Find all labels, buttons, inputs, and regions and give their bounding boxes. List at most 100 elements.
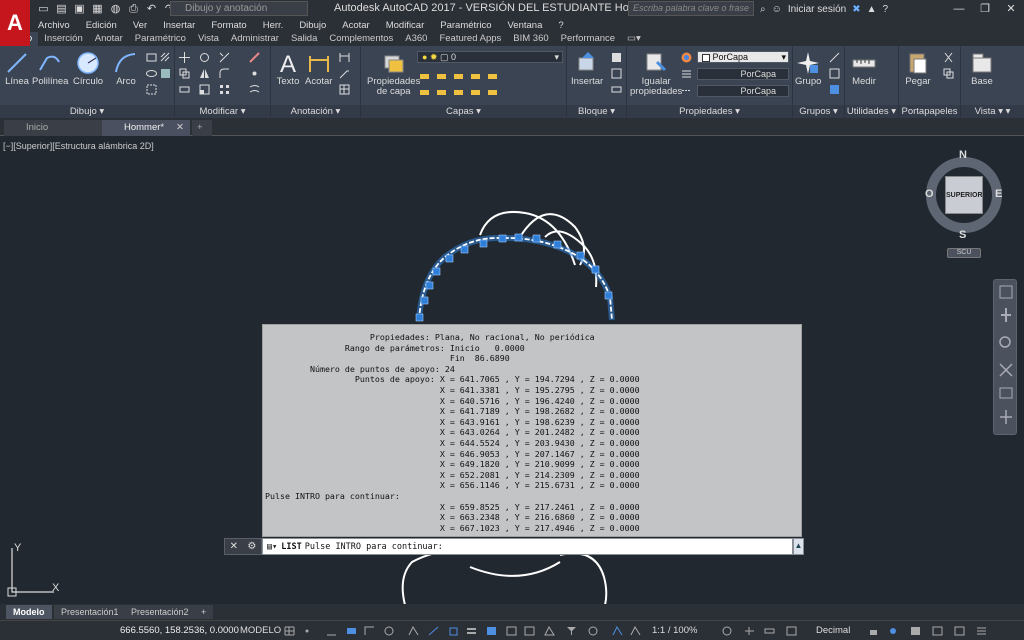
grip-point[interactable] xyxy=(420,296,429,305)
drawing-canvas[interactable]: [−][Superior][Estructura alámbrica 2D] N… xyxy=(0,137,1024,604)
copy-clip-icon[interactable] xyxy=(943,68,954,79)
units-format[interactable]: Decimal xyxy=(816,625,850,636)
paste-tool-button[interactable]: Pegar xyxy=(905,50,931,87)
tab-vista[interactable]: Vista xyxy=(192,32,225,46)
base-view-button[interactable]: Base xyxy=(969,50,995,87)
linear-dim-icon[interactable] xyxy=(339,52,350,63)
doc-tab-inicio[interactable]: Inicio xyxy=(4,120,102,136)
grip-point[interactable] xyxy=(498,234,507,243)
annotation-scale[interactable]: 1:1 / 100% xyxy=(652,625,697,636)
layout-icon[interactable] xyxy=(954,626,965,636)
menu-edicion[interactable]: Edición xyxy=(78,20,125,31)
annotation-monitor-icon[interactable] xyxy=(744,626,755,636)
add-layout-button[interactable]: + xyxy=(194,605,214,619)
lineweight-dropdown[interactable]: PorCapa xyxy=(697,68,789,80)
tab-a360[interactable]: A360 xyxy=(399,32,433,46)
new-tab-button[interactable]: + xyxy=(192,120,212,136)
isodraft-icon[interactable] xyxy=(408,626,419,636)
workspace-switch-icon[interactable] xyxy=(722,626,733,636)
leader-icon[interactable] xyxy=(339,68,350,79)
menu-ventana[interactable]: Ventana xyxy=(499,20,550,31)
layer-tool-10-icon[interactable] xyxy=(487,86,498,97)
dimension-tool-button[interactable]: Acotar xyxy=(305,50,332,87)
insert-block-button[interactable]: Insertar xyxy=(571,50,603,87)
text-window[interactable]: Propiedades: Plana, No racional, No peri… xyxy=(262,324,802,537)
gradient-icon[interactable] xyxy=(160,68,171,79)
showmotion-icon[interactable] xyxy=(999,387,1013,399)
transparency-icon[interactable] xyxy=(486,626,497,636)
selection-filter-icon[interactable] xyxy=(566,626,577,636)
model-space-toggle[interactable]: MODELO xyxy=(240,625,281,636)
group-capas-label[interactable]: Capas ▾ xyxy=(361,105,566,118)
object-snap-icon[interactable] xyxy=(448,626,459,636)
grip-point[interactable] xyxy=(514,233,523,242)
tab-insercion[interactable]: Inserción xyxy=(38,32,89,46)
rotate-icon[interactable] xyxy=(199,52,210,63)
grip-point[interactable] xyxy=(591,265,600,274)
tab-administrar[interactable]: Administrar xyxy=(225,32,285,46)
application-menu-button[interactable]: A xyxy=(0,0,30,46)
menu-dibujo[interactable]: Dibujo xyxy=(291,20,334,31)
stretch-icon[interactable] xyxy=(179,84,190,95)
orbit-icon[interactable] xyxy=(999,363,1013,377)
group-portapapeles-label[interactable]: Portapapeles xyxy=(899,105,960,118)
group-tool-button[interactable]: Grupo xyxy=(795,50,821,87)
search-icon[interactable]: ⌕ xyxy=(760,4,766,15)
text-tool-button[interactable]: A Texto xyxy=(275,50,301,87)
tab-complementos[interactable]: Complementos xyxy=(323,32,399,46)
group-select-icon[interactable] xyxy=(829,84,840,95)
hatch-icon[interactable] xyxy=(160,52,171,63)
new-file-icon[interactable]: ▭ xyxy=(36,2,51,16)
tab-anotar[interactable]: Anotar xyxy=(89,32,129,46)
help-icon[interactable]: ? xyxy=(882,4,888,15)
array-icon[interactable] xyxy=(219,84,230,95)
navbar-options-icon[interactable] xyxy=(1000,410,1012,424)
menu-modificar[interactable]: Modificar xyxy=(378,20,433,31)
tab-performance[interactable]: Performance xyxy=(555,32,621,46)
trim-icon[interactable] xyxy=(219,52,230,63)
restore-icon[interactable]: ❐ xyxy=(972,0,998,18)
layer-tool-5-icon[interactable] xyxy=(487,70,498,81)
group-bloque-label[interactable]: Bloque ▾ xyxy=(567,105,626,118)
a360-icon[interactable]: ▲ xyxy=(867,4,877,15)
cut-icon[interactable] xyxy=(943,52,954,63)
group-propiedades-label[interactable]: Propiedades ▾ xyxy=(627,105,792,118)
ellipse-icon[interactable] xyxy=(146,68,157,79)
menu-ayuda[interactable]: ? xyxy=(550,20,571,31)
grip-point[interactable] xyxy=(532,234,541,243)
menu-herr[interactable]: Herr. xyxy=(255,20,292,31)
customize-status-icon[interactable] xyxy=(976,626,987,636)
layer-tool-1-icon[interactable] xyxy=(419,70,430,81)
polyline-tool-button[interactable]: Polilínea xyxy=(32,50,68,87)
layer-tool-8-icon[interactable] xyxy=(453,86,464,97)
group-grupos-label[interactable]: Grupos ▾ xyxy=(793,105,844,118)
offset-icon[interactable] xyxy=(249,84,260,95)
group-dibujo-label[interactable]: Dibujo ▾ xyxy=(0,105,174,118)
gizmo-icon[interactable] xyxy=(588,626,599,636)
selection-cycling-icon[interactable] xyxy=(506,626,517,636)
layout-tab-modelo[interactable]: Modelo xyxy=(6,605,52,619)
polar-icon[interactable] xyxy=(384,626,395,636)
compass-north[interactable]: N xyxy=(959,149,967,161)
clean-screen-icon[interactable] xyxy=(932,626,943,636)
user-icon[interactable]: ☺ xyxy=(772,4,782,15)
move-icon[interactable] xyxy=(179,52,190,63)
tab-bim360[interactable]: BIM 360 xyxy=(507,32,554,46)
signin-link[interactable]: Iniciar sesión xyxy=(788,4,846,15)
snap-icon[interactable] xyxy=(302,626,313,636)
save-as-icon[interactable]: ▦ xyxy=(90,2,105,16)
scale-icon[interactable] xyxy=(199,84,210,95)
auto-scale-icon[interactable] xyxy=(630,626,641,636)
color-dropdown[interactable]: PorCapa ▾ xyxy=(697,51,789,63)
zoom-icon[interactable] xyxy=(999,336,1011,348)
grip-point[interactable] xyxy=(415,313,424,322)
layer-tool-7-icon[interactable] xyxy=(436,86,447,97)
fillet-icon[interactable] xyxy=(219,68,230,79)
search-input[interactable]: Escriba palabra clave o frase xyxy=(628,1,754,16)
layer-tool-2-icon[interactable] xyxy=(436,70,447,81)
linetype-dropdown[interactable]: PorCapa xyxy=(697,85,789,97)
command-history-icon[interactable]: ▤▾ xyxy=(267,542,277,552)
layer-dropdown[interactable]: ● ✹ ▢ 0 ▾ xyxy=(417,51,563,63)
annotation-visibility-icon[interactable] xyxy=(612,626,623,636)
layout-tab-presentacion1[interactable]: Presentación1 xyxy=(54,605,126,619)
